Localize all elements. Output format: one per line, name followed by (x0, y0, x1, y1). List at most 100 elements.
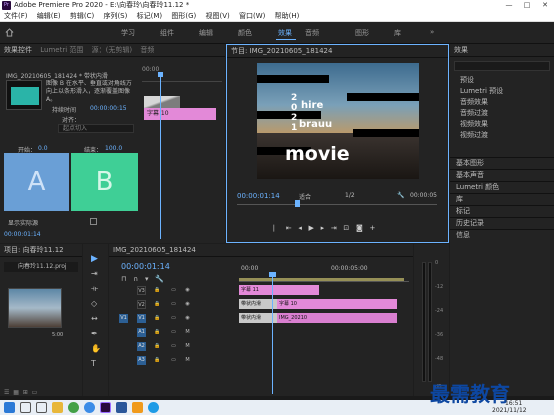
section-info[interactable]: 信息 (450, 230, 554, 241)
v2-label[interactable]: V2 (137, 300, 146, 309)
v1-label[interactable]: V1 (137, 314, 146, 323)
selection-tool-icon[interactable]: ▶ (91, 254, 98, 264)
workspace-tab-effects[interactable]: 效果 (278, 28, 292, 38)
wrench-icon[interactable]: 🔧 (397, 192, 404, 199)
program-video-frame[interactable]: 2 0 2 1 hire brauu movie (257, 63, 419, 179)
menu-help[interactable]: 帮助(H) (275, 11, 300, 22)
camera-icon[interactable]: ◙ (356, 224, 363, 232)
workspace-tab-libraries[interactable]: 库 (394, 28, 401, 38)
folder-video-transitions[interactable]: 视频过渡 (454, 130, 550, 141)
menu-window[interactable]: 窗口(W) (239, 11, 265, 22)
slip-tool-icon[interactable]: ↔ (91, 314, 98, 323)
tab-source[interactable]: 源：(无剪辑) (92, 46, 132, 54)
a3-sync-icon[interactable]: ▭ (169, 356, 178, 365)
v3-label[interactable]: V3 (137, 286, 146, 295)
section-history[interactable]: 历史记录 (450, 218, 554, 229)
folder-icon[interactable]: ▭ (32, 389, 38, 396)
program-scrub-bar[interactable] (237, 204, 437, 205)
chrome-icon[interactable] (68, 402, 79, 413)
section-lumetri-color[interactable]: Lumetri 颜色 (450, 182, 554, 193)
v1-source-patch[interactable]: V1 (119, 314, 128, 323)
menu-view[interactable]: 视图(V) (205, 11, 229, 22)
a2-lock-icon[interactable]: 🔒 (153, 342, 162, 351)
a2-sync-icon[interactable]: ▭ (169, 342, 178, 351)
taskbar-date[interactable]: 2021/11/12 (492, 407, 527, 414)
a1-label[interactable]: A1 (137, 328, 146, 337)
v1-lock-icon[interactable]: 🔒 (153, 314, 162, 323)
program-timecode[interactable]: 00:00:01:14 (237, 192, 280, 200)
folder-audio-effects[interactable]: 音频效果 (454, 97, 550, 108)
track-select-tool-icon[interactable]: ⇥ (91, 269, 98, 278)
tab-lumetri-scopes[interactable]: Lumetri 范围 (40, 46, 83, 54)
section-essential-sound[interactable]: 基本声音 (450, 170, 554, 181)
a3-lock-icon[interactable]: 🔒 (153, 356, 162, 365)
close-button[interactable]: ✕ (536, 0, 554, 11)
taskbar-time[interactable]: 16:51 (505, 400, 522, 407)
menu-file[interactable]: 文件(F) (4, 11, 28, 22)
mini-timeline-ruler[interactable] (142, 74, 222, 82)
file-explorer-icon[interactable] (52, 402, 63, 413)
v1-eye-icon[interactable]: ◉ (183, 314, 192, 323)
task-view-icon[interactable] (36, 402, 47, 413)
v3-eye-icon[interactable]: ◉ (183, 286, 192, 295)
app-icon-orange[interactable] (132, 402, 143, 413)
folder-lumetri-presets[interactable]: Lumetri 预设 (454, 86, 550, 97)
menu-marker[interactable]: 标记(M) (137, 11, 163, 22)
windows-start-icon[interactable] (4, 402, 15, 413)
duration-value[interactable]: 00:00:00:15 (90, 105, 127, 112)
home-icon[interactable] (5, 28, 14, 37)
tab-effect-controls[interactable]: 效果控件 (4, 46, 32, 54)
v3-lock-icon[interactable]: 🔒 (153, 286, 162, 295)
fit-dropdown[interactable]: 适合 (299, 192, 311, 201)
section-libraries[interactable]: 库 (450, 194, 554, 205)
a3-mute-icon[interactable]: M (183, 356, 192, 365)
start-value[interactable]: 0.0 (38, 145, 48, 152)
source-b-preview[interactable]: B (71, 153, 138, 211)
v3-sync-icon[interactable]: ▭ (169, 286, 178, 295)
menu-graphics[interactable]: 图形(G) (171, 11, 196, 22)
mini-transition-bar[interactable] (144, 96, 180, 108)
section-essential-graphics[interactable]: 基本图形 (450, 158, 554, 169)
v2-eye-icon[interactable]: ◉ (183, 300, 192, 309)
minimize-button[interactable]: — (500, 0, 518, 11)
a2-label[interactable]: A2 (137, 342, 146, 351)
menu-sequence[interactable]: 序列(S) (103, 11, 127, 22)
tab-audio-clip[interactable]: 音频 (140, 46, 154, 54)
folder-audio-transitions[interactable]: 音频过渡 (454, 108, 550, 119)
word-icon[interactable] (116, 402, 127, 413)
ripple-edit-tool-icon[interactable]: ⟛ (91, 284, 98, 294)
go-to-in-icon[interactable]: ⇤ (286, 224, 292, 232)
a1-mute-icon[interactable]: M (183, 328, 192, 337)
v1-sync-icon[interactable]: ▭ (169, 314, 178, 323)
linked-selection-icon[interactable]: ∩ (133, 275, 138, 283)
go-to-out-icon[interactable]: ⇥ (331, 224, 337, 232)
app-icon-blue[interactable] (148, 402, 159, 413)
a3-label[interactable]: A3 (137, 356, 146, 365)
step-forward-icon[interactable]: ▸ (321, 224, 325, 232)
mark-in-icon[interactable]: ❘ (271, 224, 277, 232)
workspace-tab-color[interactable]: 颜色 (238, 28, 252, 38)
maximize-button[interactable]: □ (518, 0, 536, 11)
type-tool-icon[interactable]: T (91, 359, 96, 368)
mini-playhead[interactable] (160, 74, 161, 239)
v2-sync-icon[interactable]: ▭ (169, 300, 178, 309)
work-area-bar[interactable] (239, 278, 404, 281)
workspace-tab-learn[interactable]: 学习 (121, 28, 135, 38)
effect-controls-timecode[interactable]: 00:00:01:14 (4, 231, 41, 238)
clip-v2-title[interactable]: 字幕 10 (277, 299, 397, 309)
workspace-overflow-button[interactable]: » (430, 28, 434, 36)
a2-mute-icon[interactable]: M (183, 342, 192, 351)
menu-clip[interactable]: 剪辑(C) (70, 11, 94, 22)
add-marker-icon[interactable]: ▾ (145, 275, 149, 283)
program-playhead[interactable] (295, 200, 300, 207)
align-dropdown[interactable]: 起点切入 (58, 124, 134, 133)
resolution-dropdown[interactable]: 1/2 (345, 192, 355, 199)
workspace-tab-audio[interactable]: 音频 (305, 28, 319, 38)
show-actual-sources-checkbox[interactable] (90, 218, 97, 225)
mini-clip-bar[interactable]: 字幕 10 (144, 108, 216, 120)
timeline-playhead[interactable] (272, 274, 273, 394)
workspace-tab-assembly[interactable]: 组件 (160, 28, 174, 38)
menu-edit[interactable]: 编辑(E) (37, 11, 61, 22)
razor-tool-icon[interactable]: ◇ (91, 299, 97, 308)
icon-view-icon[interactable]: ▦ (13, 389, 19, 396)
